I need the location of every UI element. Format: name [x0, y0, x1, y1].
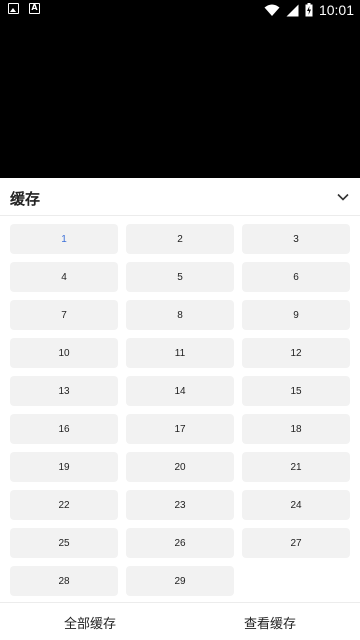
episode-button[interactable]: 25 — [10, 528, 118, 558]
episode-button[interactable]: 6 — [242, 262, 350, 292]
collapse-button[interactable] — [332, 186, 354, 208]
episode-button[interactable]: 22 — [10, 490, 118, 520]
notification-icons: A — [8, 3, 40, 14]
episode-button[interactable]: 1 — [10, 224, 118, 254]
episode-button[interactable]: 9 — [242, 300, 350, 330]
episode-button[interactable]: 18 — [242, 414, 350, 444]
sheet-header: 缓存 — [0, 178, 360, 216]
wifi-icon — [264, 4, 280, 17]
sheet-title: 缓存 — [10, 190, 41, 208]
battery-charging-icon — [305, 3, 313, 17]
episode-button[interactable]: 27 — [242, 528, 350, 558]
episode-button[interactable]: 29 — [126, 566, 234, 596]
episode-button[interactable]: 23 — [126, 490, 234, 520]
episode-button[interactable]: 5 — [126, 262, 234, 292]
episode-button[interactable]: 8 — [126, 300, 234, 330]
episode-button[interactable]: 12 — [242, 338, 350, 368]
view-cache-button[interactable]: 查看缓存 — [180, 603, 360, 640]
episode-button[interactable]: 20 — [126, 452, 234, 482]
episode-button[interactable]: 17 — [126, 414, 234, 444]
system-icons: 10:01 — [264, 2, 354, 18]
a-icon: A — [29, 3, 40, 14]
chevron-down-icon — [337, 193, 349, 201]
episode-button[interactable]: 7 — [10, 300, 118, 330]
episode-button[interactable]: 3 — [242, 224, 350, 254]
episode-button[interactable]: 21 — [242, 452, 350, 482]
episode-button[interactable]: 14 — [126, 376, 234, 406]
clock: 10:01 — [318, 2, 354, 18]
sheet-footer: 全部缓存 查看缓存 — [0, 602, 360, 640]
episode-button[interactable]: 11 — [126, 338, 234, 368]
cache-sheet: 缓存 1 2 3 4 5 6 7 8 9 10 11 12 13 14 15 16 17 18 19 20 21 22 23… — [0, 178, 360, 640]
image-icon — [8, 3, 19, 14]
episode-button[interactable]: 10 — [10, 338, 118, 368]
episode-button[interactable]: 16 — [10, 414, 118, 444]
episode-button[interactable]: 24 — [242, 490, 350, 520]
episode-button[interactable]: 13 — [10, 376, 118, 406]
episode-button[interactable]: 26 — [126, 528, 234, 558]
episode-button[interactable]: 2 — [126, 224, 234, 254]
episode-button[interactable]: 15 — [242, 376, 350, 406]
episode-button[interactable]: 19 — [10, 452, 118, 482]
download-all-button[interactable]: 全部缓存 — [0, 603, 180, 640]
cell-signal-icon — [286, 4, 299, 17]
episode-button[interactable]: 4 — [10, 262, 118, 292]
status-bar: A 10:01 — [0, 0, 360, 20]
episode-grid: 1 2 3 4 5 6 7 8 9 10 11 12 13 14 15 16 17 18 19 20 21 22 23 24 2… — [10, 224, 350, 596]
episode-button[interactable]: 28 — [10, 566, 118, 596]
video-player[interactable] — [0, 20, 360, 178]
